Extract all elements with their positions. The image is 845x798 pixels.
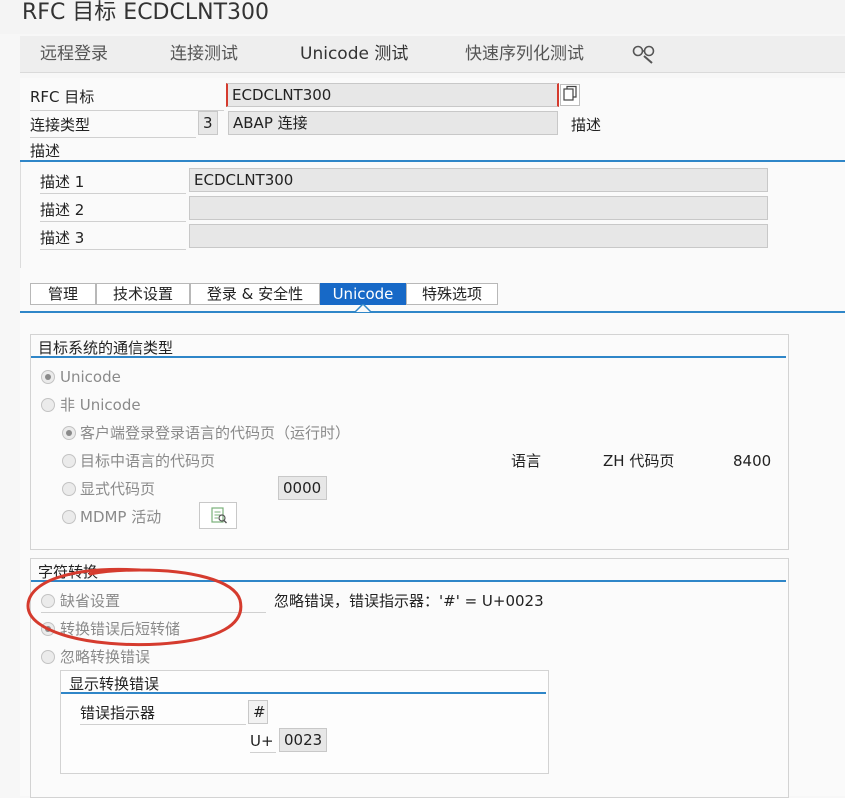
copy-icon[interactable] bbox=[560, 84, 580, 106]
label-underline bbox=[250, 752, 276, 753]
group-divider bbox=[61, 692, 546, 694]
tab-unicode[interactable]: Unicode bbox=[320, 283, 406, 305]
highlight-ellipse-annotation bbox=[26, 567, 243, 647]
target-lang-codepage-label: 目标中语言的代码页 bbox=[80, 452, 216, 470]
description-2-label: 描述 2 bbox=[40, 201, 85, 219]
label-underline bbox=[30, 110, 224, 111]
u-plus-field[interactable]: 0023 bbox=[279, 728, 327, 752]
mdmp-radio[interactable] bbox=[62, 510, 76, 524]
description-3-label: 描述 3 bbox=[40, 229, 85, 247]
u-plus-label: U+ bbox=[250, 732, 274, 750]
ignore-errors-note: 忽略错误，错误指示器：'#' = U+0023 bbox=[274, 592, 544, 610]
section-border bbox=[20, 162, 21, 268]
label-underline bbox=[80, 724, 246, 725]
rfc-destination-label: RFC 目标 bbox=[30, 88, 95, 106]
description-3-field[interactable] bbox=[189, 224, 768, 248]
explicit-codepage-radio[interactable] bbox=[62, 482, 76, 496]
tab-administration[interactable]: 管理 bbox=[30, 283, 96, 305]
lang-codepage-label: ZH 代码页 bbox=[603, 452, 675, 470]
rfc-destination-field[interactable]: ECDCLNT300 bbox=[226, 83, 559, 107]
language-label: 语言 bbox=[511, 452, 542, 470]
target-lang-codepage-radio[interactable] bbox=[62, 454, 76, 468]
glasses-icon[interactable] bbox=[632, 42, 656, 64]
explicit-codepage-field[interactable]: 0000 bbox=[278, 476, 327, 500]
display-errors-title: 显示转换错误 bbox=[69, 675, 160, 693]
tab-logon-security[interactable]: 登录 & 安全性 bbox=[190, 283, 320, 305]
explicit-codepage-label: 显式代码页 bbox=[80, 480, 156, 498]
document-search-icon bbox=[211, 507, 227, 524]
client-codepage-label: 客户端登录登录语言的代码页（运行时） bbox=[80, 424, 351, 442]
section-divider bbox=[20, 160, 845, 162]
error-indicator-field[interactable]: # bbox=[248, 700, 268, 724]
connection-type-label: 连接类型 bbox=[30, 116, 91, 134]
unicode-radio-label: Unicode bbox=[60, 368, 121, 386]
fast-serialization-test-button[interactable]: 快速序列化测试 bbox=[465, 41, 584, 67]
unicode-radio[interactable] bbox=[41, 370, 55, 384]
connection-type-code[interactable]: 3 bbox=[198, 111, 218, 135]
tab-technical-settings[interactable]: 技术设置 bbox=[96, 283, 190, 305]
tab-strip-line bbox=[20, 311, 845, 313]
error-indicator-label: 错误指示器 bbox=[80, 704, 156, 722]
window-title: RFC 目标 ECDCLNT300 bbox=[22, 0, 269, 25]
description-2-field[interactable] bbox=[189, 196, 768, 220]
remote-login-button[interactable]: 远程登录 bbox=[40, 41, 108, 67]
comm-type-title: 目标系统的通信类型 bbox=[38, 339, 174, 357]
codepage-number: 8400 bbox=[733, 452, 772, 470]
non-unicode-radio[interactable] bbox=[41, 398, 55, 412]
non-unicode-radio-label: 非 Unicode bbox=[60, 396, 141, 414]
application-toolbar bbox=[20, 36, 845, 73]
connection-test-button[interactable]: 连接测试 bbox=[170, 41, 238, 67]
description-1-field[interactable]: ECDCLNT300 bbox=[189, 168, 768, 192]
unicode-test-button[interactable]: Unicode 测试 bbox=[300, 41, 408, 67]
label-underline bbox=[30, 137, 196, 138]
mdmp-details-button[interactable] bbox=[199, 502, 237, 529]
mdmp-label: MDMP 活动 bbox=[80, 508, 162, 526]
description-1-label: 描述 1 bbox=[40, 173, 85, 191]
connection-type-value: ABAP 连接 bbox=[228, 111, 558, 135]
description-section-title: 描述 bbox=[30, 142, 61, 160]
tab-special-options[interactable]: 特殊选项 bbox=[406, 283, 498, 305]
label-underline bbox=[40, 193, 186, 194]
description-label: 描述 bbox=[571, 116, 602, 134]
label-underline bbox=[40, 249, 186, 250]
client-codepage-radio[interactable] bbox=[62, 426, 76, 440]
label-underline bbox=[40, 221, 186, 222]
group-divider bbox=[31, 356, 786, 358]
ignore-conversion-errors-radio[interactable] bbox=[41, 650, 55, 664]
active-tab-pointer-icon bbox=[355, 304, 371, 313]
